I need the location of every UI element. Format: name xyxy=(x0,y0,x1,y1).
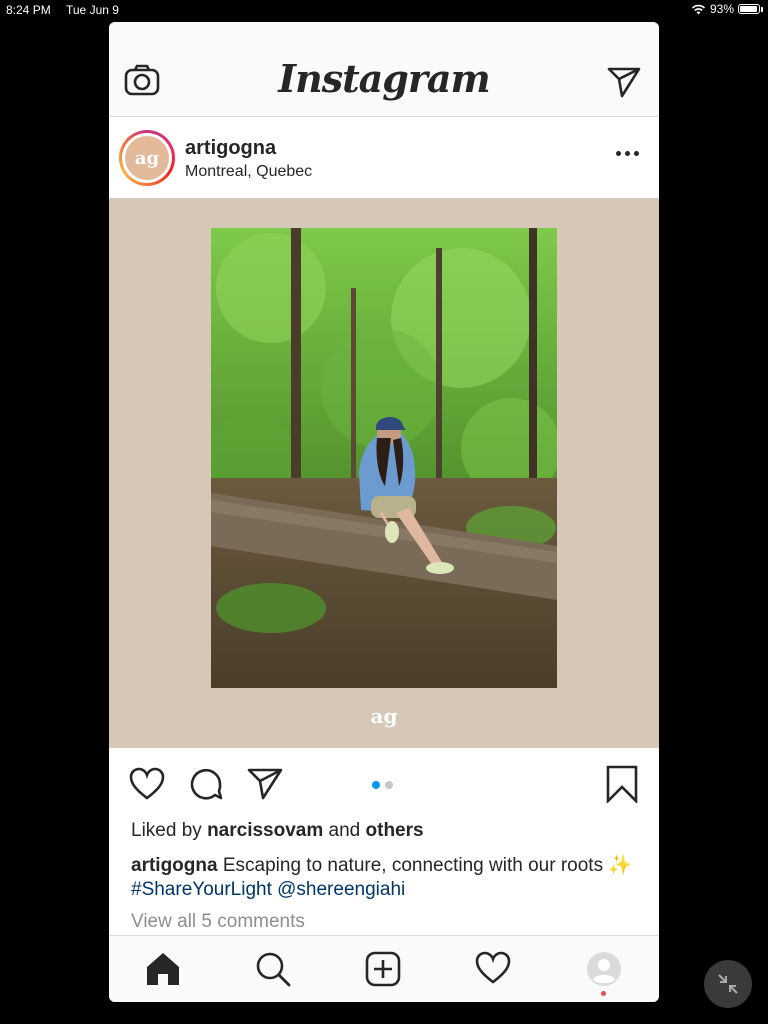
wifi-icon xyxy=(691,4,706,14)
liked-by-user[interactable]: narcissovam xyxy=(207,820,323,841)
comment-icon[interactable] xyxy=(189,767,223,806)
search-icon[interactable] xyxy=(255,951,291,992)
caption-hashtag[interactable]: #ShareYourLight xyxy=(131,879,272,900)
status-time: 8:24 PM xyxy=(6,3,51,17)
status-right: 93% xyxy=(691,2,763,16)
paper-plane-icon[interactable] xyxy=(607,66,641,103)
carousel-dot xyxy=(385,781,393,789)
battery-icon xyxy=(738,4,763,14)
status-bar: 8:24 PM Tue Jun 9 93% xyxy=(0,0,768,20)
home-icon[interactable] xyxy=(145,951,181,992)
post-username[interactable]: artigogna xyxy=(185,137,276,160)
caption-mention[interactable]: @shereengiahi xyxy=(277,879,405,900)
bookmark-icon[interactable] xyxy=(606,765,638,808)
caption-text: Escaping to nature, connecting with our … xyxy=(222,855,633,876)
carousel-indicator xyxy=(372,781,393,789)
notification-dot xyxy=(601,991,606,996)
post-photo xyxy=(211,228,557,688)
story-ring[interactable]: ag xyxy=(119,130,175,186)
carousel-dot-active xyxy=(372,781,380,789)
post-caption: artigogna Escaping to nature, connecting… xyxy=(131,854,636,902)
post-actions xyxy=(109,749,659,819)
avatar: ag xyxy=(125,136,169,180)
caption-username[interactable]: artigogna xyxy=(131,855,218,876)
brand-watermark: ag xyxy=(370,704,398,728)
post-location[interactable]: Montreal, Quebec xyxy=(185,163,312,181)
activity-icon[interactable] xyxy=(475,951,511,990)
status-date: Tue Jun 9 xyxy=(66,3,119,17)
heart-icon[interactable] xyxy=(129,767,165,806)
battery-percent: 93% xyxy=(709,2,734,16)
tab-bar xyxy=(109,935,659,1002)
battery-fill xyxy=(740,6,757,12)
view-comments-link[interactable]: View all 5 comments xyxy=(131,911,305,933)
app-header: Instagram xyxy=(109,22,659,117)
minimize-button[interactable] xyxy=(704,960,752,1008)
new-post-icon[interactable] xyxy=(365,951,401,992)
liked-by-others[interactable]: others xyxy=(366,820,424,841)
post-header: ag artigogna Montreal, Quebec xyxy=(109,117,659,198)
collapse-arrows-icon xyxy=(718,974,738,994)
profile-icon[interactable] xyxy=(586,951,622,992)
instagram-app: Instagram ag artigogna Montreal, Quebec xyxy=(109,22,659,1002)
likes-line: Liked by narcissovam and others xyxy=(131,820,424,841)
post-media[interactable]: ag xyxy=(109,198,659,748)
instagram-logo: Instagram xyxy=(278,56,490,101)
more-options-icon[interactable] xyxy=(616,151,639,156)
share-icon[interactable] xyxy=(247,767,283,806)
